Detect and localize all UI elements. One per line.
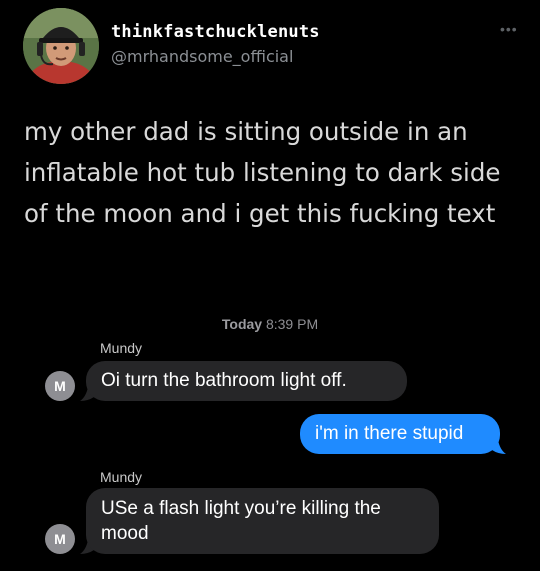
scout-avatar-icon	[23, 8, 99, 84]
tweet-username[interactable]: thinkfastchucklenuts	[111, 22, 320, 42]
sender-name: Mundy	[100, 340, 143, 356]
contact-avatar: M	[45, 371, 75, 401]
message-timestamp: Today 8:39 PM	[0, 316, 540, 332]
contact-avatar: M	[45, 524, 75, 554]
tweet-handle[interactable]: @mrhandsome_official	[111, 47, 293, 66]
sender-name: Mundy	[100, 469, 143, 485]
timestamp-time: 8:39 PM	[265, 316, 319, 332]
message-bubble-incoming: USe a flash light you’re killing the moo…	[86, 488, 439, 554]
more-dots-icon[interactable]: •••	[500, 22, 524, 36]
message-bubble-outgoing: i'm in there stupid	[300, 414, 500, 454]
tweet-text: my other dad is sitting outside in an in…	[24, 117, 501, 228]
profile-avatar[interactable]	[23, 8, 99, 84]
message-bubble-incoming: Oi turn the bathroom light off.	[86, 361, 407, 401]
timestamp-day: Today	[221, 316, 263, 332]
